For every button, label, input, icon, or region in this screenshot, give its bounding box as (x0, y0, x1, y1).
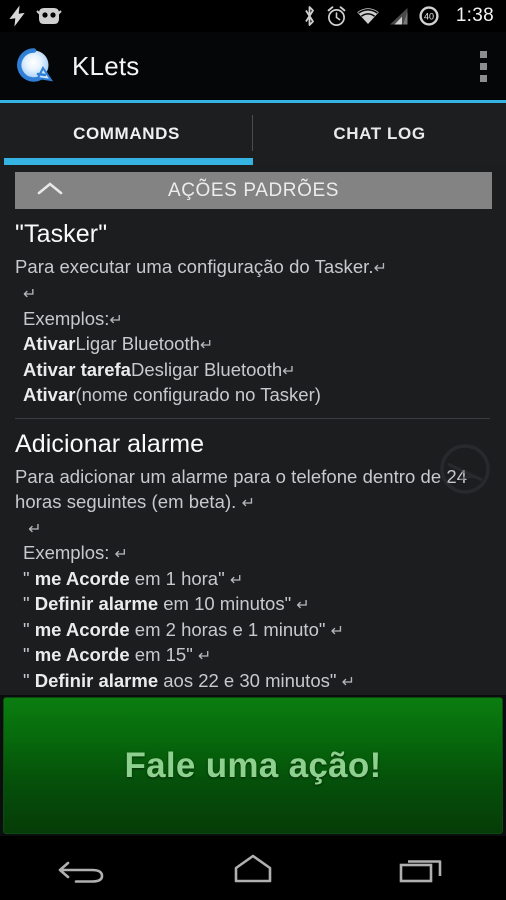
overflow-dot (479, 63, 487, 70)
alarm-icon (327, 5, 346, 26)
status-clock: 1:38 (455, 5, 494, 26)
command-description-text: Para executar uma configuração do Tasker… (15, 256, 374, 277)
carriage-return-glyph: ↵ (28, 520, 42, 538)
klets-logo-icon (14, 46, 56, 88)
examples-label: Exemplos: (23, 542, 110, 563)
status-bar-left-icons (8, 5, 62, 27)
example-keyword: me Acorde (34, 567, 130, 589)
tab-commands-label: COMMANDS (73, 124, 180, 143)
example-line: " me Acorde em 1 hora" ↵ (23, 567, 492, 593)
wifi-icon (357, 7, 379, 24)
example-rest: Ligar Bluetooth (75, 333, 200, 354)
blank-line: ↵ (23, 281, 492, 307)
example-rest: em 10 minutos" (158, 593, 292, 614)
example-keyword: Ativar tarefa (23, 358, 131, 380)
tab-commands[interactable]: COMMANDS (0, 103, 253, 165)
navigation-bar (0, 836, 506, 900)
example-keyword: Ativar (23, 333, 76, 354)
status-bar-right-icons: 40 1:38 (302, 5, 498, 27)
cellular-signal-icon (389, 7, 408, 24)
command-title: Adicionar alarme (15, 429, 205, 458)
example-line: " me Acorde em 10 e 20" (23, 694, 492, 695)
chevron-up-icon (37, 181, 63, 201)
overflow-dot (479, 75, 487, 82)
example-keyword: Ativar (23, 384, 76, 405)
example-rest: em 2 horas e 1 minuto" (129, 618, 326, 640)
examples-label-line: Exemplos:↵ (23, 307, 492, 333)
carriage-return-glyph: ↵ (296, 597, 310, 614)
overflow-menu-icon[interactable] (460, 32, 506, 101)
example-line: " Definir alarme em 10 minutos" ↵ (23, 592, 492, 618)
tab-chat-log[interactable]: CHAT LOG (253, 103, 506, 165)
example-line: " Definir alarme aos 22 e 30 minutos" ↵ (23, 669, 492, 695)
tab-bar: COMMANDS CHAT LOG (0, 103, 506, 165)
section-header-title: AÇÕES PADRÕES (167, 179, 340, 201)
command-examples: ↵ Exemplos: ↵ " me Acorde em 1 hora" ↵ "… (15, 516, 492, 696)
cyanogenmod-icon (36, 8, 62, 24)
carriage-return-glyph: ↵ (23, 286, 37, 303)
overflow-dot (479, 51, 487, 58)
tab-active-indicator (4, 158, 253, 165)
carriage-return-glyph: ↵ (229, 571, 244, 589)
example-quote: " (23, 593, 30, 614)
battery-level-text: 40 (424, 12, 434, 22)
app-title: KLets (72, 51, 140, 81)
example-quote: " (23, 644, 30, 665)
example-quote: " (23, 669, 30, 691)
example-line: AtivarLigar Bluetooth↵ (23, 332, 492, 358)
status-bar: 40 1:38 (0, 0, 506, 32)
carriage-return-glyph: ↵ (330, 622, 344, 640)
example-keyword: me Acorde (34, 618, 130, 640)
commands-content-list[interactable]: AÇÕES PADRÕES "Tasker" Para executar uma… (0, 165, 506, 695)
speak-action-button-label: Fale uma ação! (124, 745, 382, 785)
carriage-return-glyph: ↵ (341, 673, 355, 691)
example-quote: " (23, 567, 30, 589)
examples-label-line: Exemplos: ↵ (23, 541, 492, 567)
example-line: Ativar(nome configurado no Tasker) (23, 383, 492, 409)
example-keyword: Definir alarme (34, 669, 159, 691)
examples-label: Exemplos: (23, 307, 110, 329)
carriage-return-glyph: ↵ (282, 362, 296, 380)
command-block-adicionar-alarme: Adicionar alarme Para adicionar um alarm… (0, 430, 506, 696)
section-header-acoes-padroes[interactable]: AÇÕES PADRÕES (15, 172, 492, 209)
bluetooth-icon (305, 6, 314, 26)
action-bar: KLets (0, 32, 506, 101)
example-line: " me Acorde em 2 horas e 1 minuto" ↵ (23, 618, 492, 644)
example-rest: Desligar Bluetooth (130, 358, 283, 380)
battery-icon: 40 (419, 6, 439, 26)
carriage-return-glyph: ↵ (241, 494, 256, 512)
example-line: " me Acorde em 15" ↵ (23, 643, 492, 669)
example-keyword: Definir alarme (34, 593, 159, 614)
command-title: "Tasker" (15, 220, 108, 248)
command-block-tasker: "Tasker" Para executar uma configuração … (0, 220, 506, 409)
example-quote: " (23, 618, 30, 640)
home-icon[interactable] (205, 836, 301, 900)
example-rest: (nome configurado no Tasker) (75, 384, 321, 405)
carriage-return-glyph: ↵ (373, 260, 388, 277)
example-rest: em 1 hora" (129, 567, 225, 589)
example-keyword: me Acorde (34, 644, 130, 665)
section-divider (15, 417, 490, 419)
carriage-return-glyph: ↵ (197, 648, 212, 665)
back-icon[interactable] (36, 836, 132, 900)
charging-bolt-icon (9, 5, 25, 27)
carriage-return-glyph: ↵ (199, 337, 214, 354)
tab-divider (252, 115, 253, 151)
blank-line: ↵ (23, 516, 492, 542)
recent-apps-icon[interactable] (374, 836, 470, 900)
android-screen: 40 1:38 KLets COMMANDS CHAT LOG AÇÕES PA… (0, 0, 506, 900)
speak-action-button[interactable]: Fale uma ação! (3, 697, 503, 834)
carriage-return-glyph: ↵ (114, 546, 128, 563)
example-rest: em 15" (129, 644, 193, 665)
carriage-return-glyph: ↵ (109, 311, 123, 329)
example-rest: aos 22 e 30 minutos" (158, 669, 337, 691)
example-line: Ativar tarefaDesligar Bluetooth↵ (23, 358, 492, 384)
tab-chat-log-label: CHAT LOG (333, 124, 426, 143)
command-description: Para executar uma configuração do Tasker… (15, 254, 492, 281)
command-examples: ↵ Exemplos:↵ AtivarLigar Bluetooth↵ Ativ… (15, 281, 492, 409)
command-description: Para adicionar um alarme para o telefone… (15, 464, 492, 516)
